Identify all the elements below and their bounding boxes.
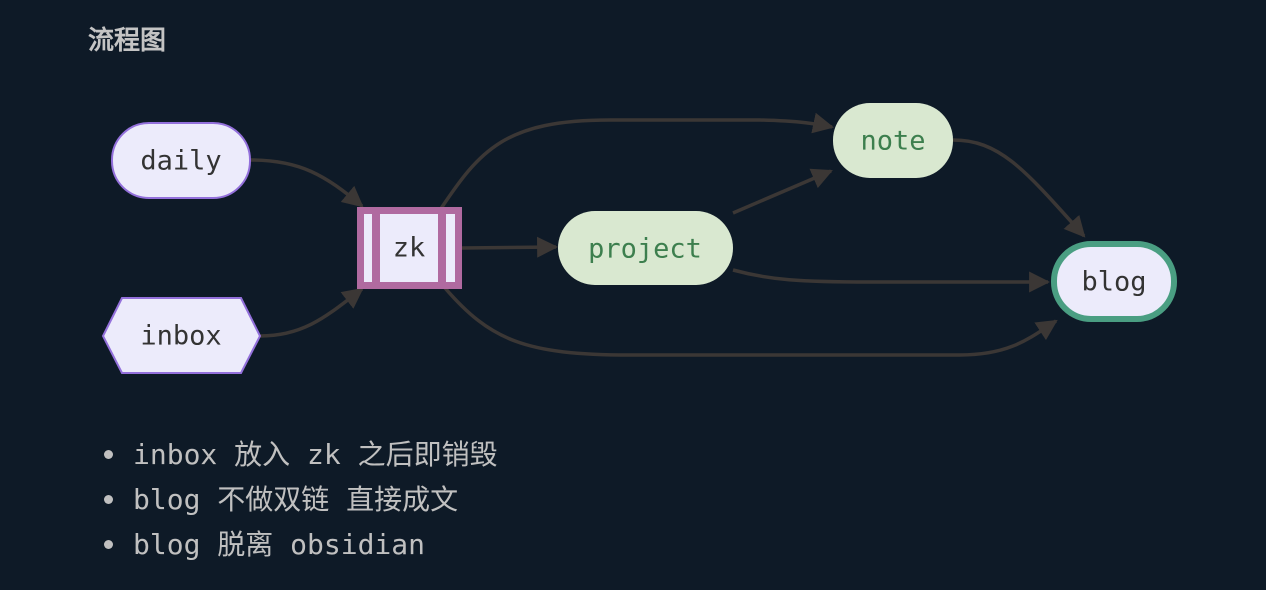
list-item-text: blog 脱离 obsidian bbox=[133, 528, 426, 561]
node-project[interactable]: project bbox=[558, 211, 733, 285]
node-note[interactable]: note bbox=[833, 103, 953, 178]
list-item: blog 脱离 obsidian bbox=[104, 522, 498, 567]
edge-inbox-zk bbox=[259, 287, 364, 338]
node-inbox[interactable]: inbox bbox=[101, 297, 262, 374]
notes-list: inbox 放入 zk 之后即销毁 blog 不做双链 直接成文 blog 脱离… bbox=[104, 432, 498, 567]
bullet-icon bbox=[104, 540, 113, 549]
node-label: inbox bbox=[140, 321, 221, 352]
node-label: zk bbox=[393, 233, 426, 264]
edge-project-blog bbox=[732, 268, 1051, 293]
node-label: daily bbox=[140, 146, 221, 177]
node-label: project bbox=[588, 234, 702, 265]
bullet-icon bbox=[104, 450, 113, 459]
list-item-text: inbox 放入 zk 之后即销毁 bbox=[133, 438, 498, 471]
node-blog[interactable]: blog bbox=[1051, 241, 1177, 322]
edge-daily-zk bbox=[249, 158, 364, 208]
edge-project-note bbox=[732, 168, 833, 215]
list-item: inbox 放入 zk 之后即销毁 bbox=[104, 432, 498, 477]
edge-zk-blog bbox=[443, 286, 1058, 357]
edge-zk-project bbox=[461, 236, 559, 258]
node-label: note bbox=[860, 126, 925, 157]
edge-note-blog bbox=[952, 138, 1086, 238]
node-label: blog bbox=[1081, 267, 1146, 298]
list-item: blog 不做双链 直接成文 bbox=[104, 477, 498, 522]
node-zk[interactable]: zk bbox=[357, 207, 462, 289]
node-daily[interactable]: daily bbox=[111, 122, 251, 199]
list-item-text: blog 不做双链 直接成文 bbox=[133, 483, 459, 516]
bullet-icon bbox=[104, 495, 113, 504]
